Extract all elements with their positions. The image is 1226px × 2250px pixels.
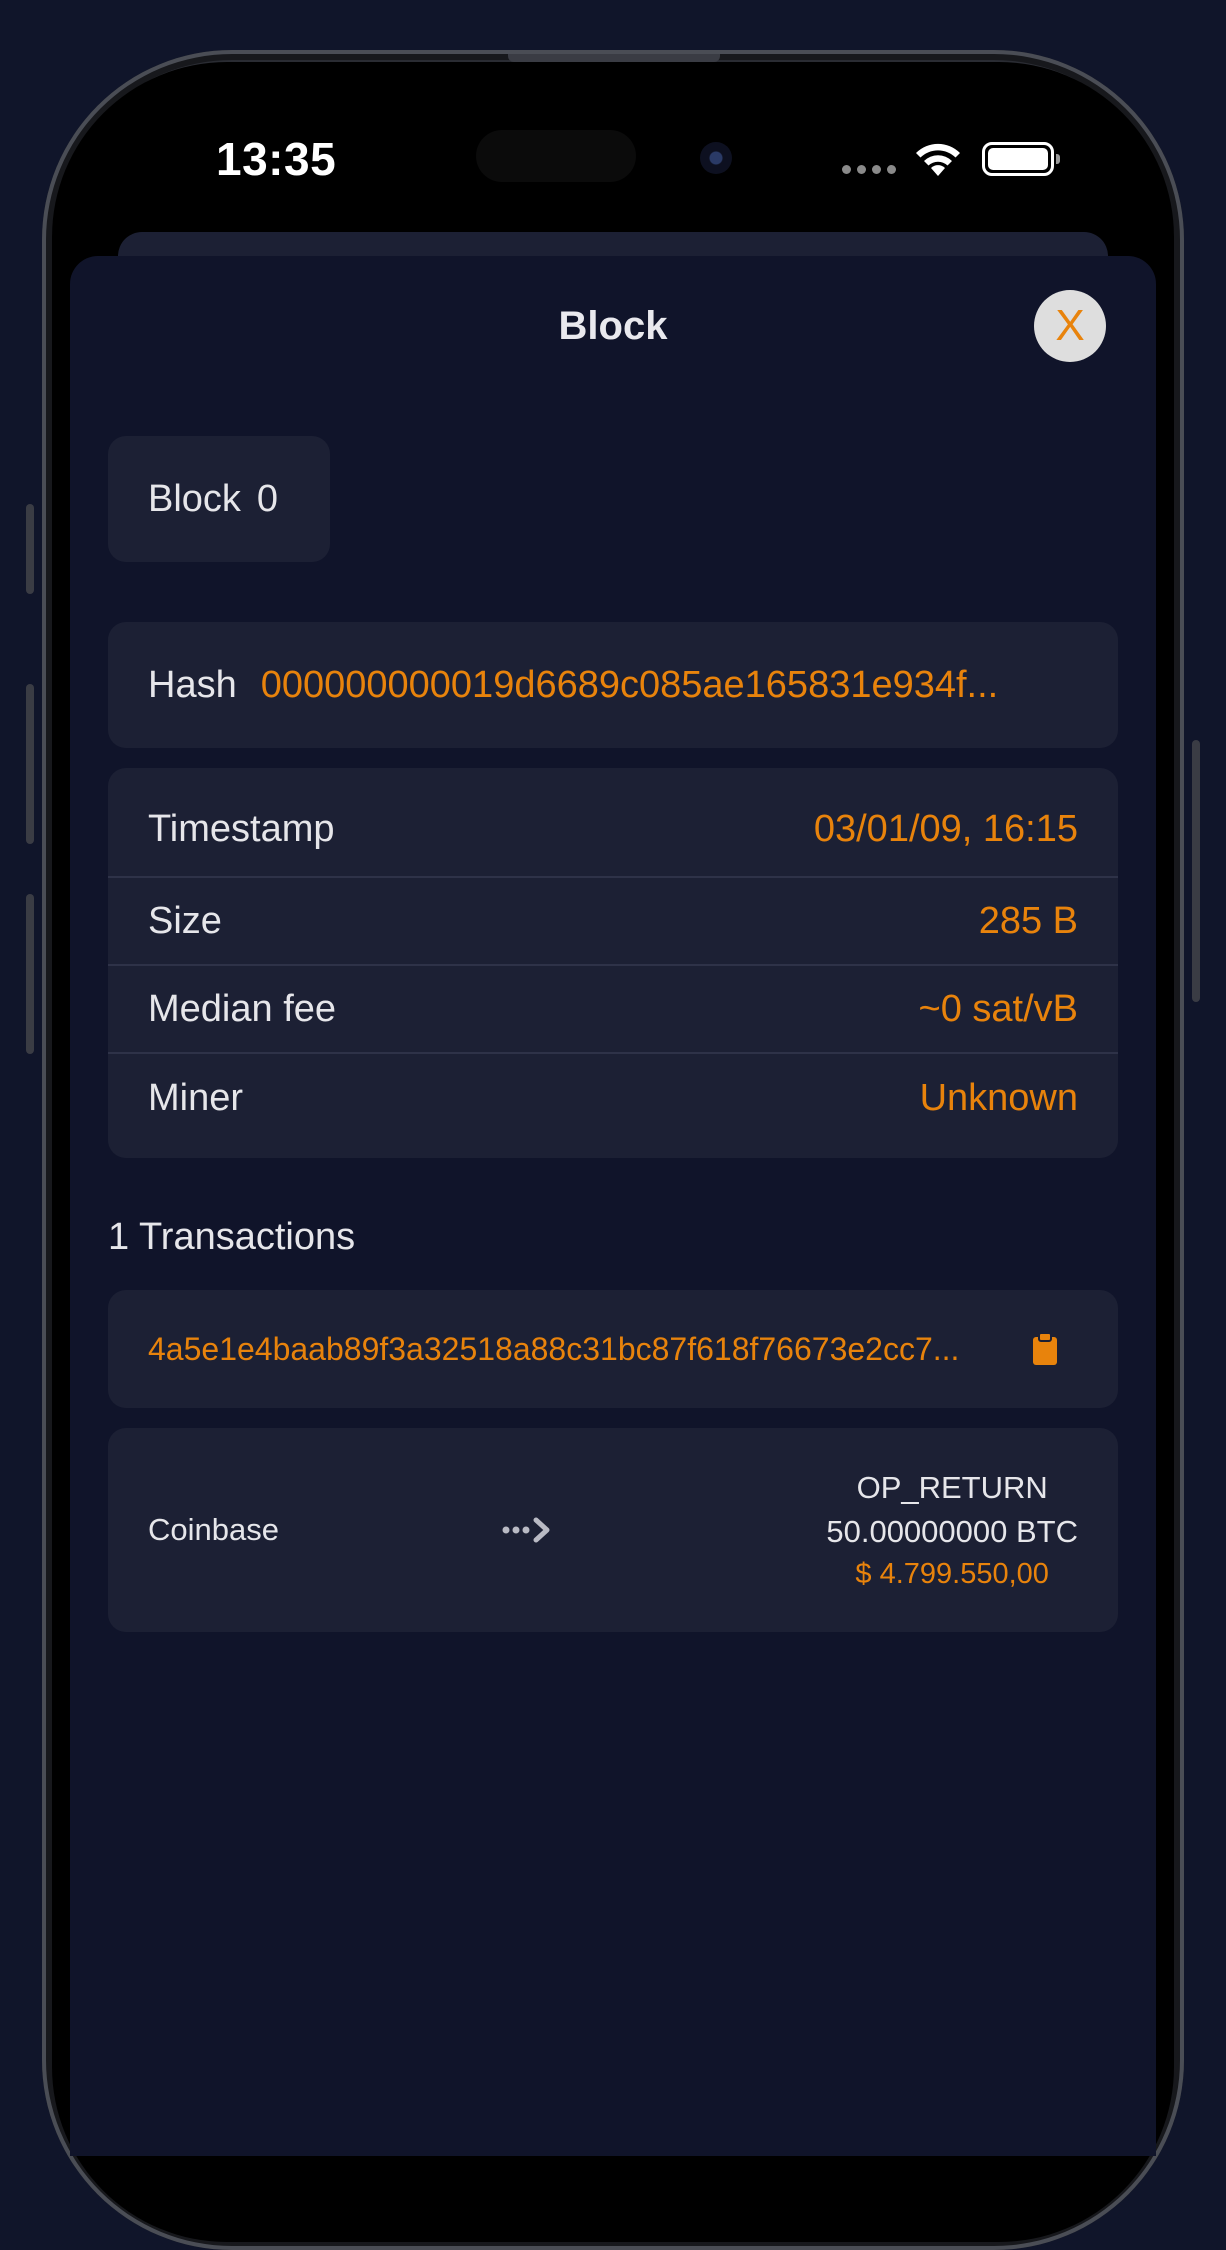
detail-row-miner: Miner Unknown: [108, 1054, 1118, 1156]
side-button-volume-down: [26, 894, 34, 1054]
battery-icon: [982, 142, 1060, 176]
hash-value[interactable]: 000000000019d6689c085ae165831e934f...: [261, 664, 1078, 707]
detail-row-size: Size 285 B: [108, 878, 1118, 966]
block-details-card: Timestamp 03/01/09, 16:15 Size 285 B Med…: [108, 768, 1118, 1158]
output-amount: 50.00000000 BTC: [826, 1514, 1078, 1549]
detail-row-timestamp: Timestamp 03/01/09, 16:15: [108, 768, 1118, 878]
wifi-icon: [916, 143, 960, 176]
side-button-volume-up: [26, 684, 34, 844]
detail-value: 03/01/09, 16:15: [813, 807, 1078, 850]
output-address: OP_RETURN: [856, 1470, 1048, 1505]
transaction-id[interactable]: 4a5e1e4baab89f3a32518a88c31bc87f618f7667…: [148, 1331, 1010, 1368]
close-icon: X: [1055, 301, 1085, 350]
detail-value: 285 B: [978, 899, 1078, 942]
block-height-card: Block 0: [108, 436, 330, 562]
block-hash-card[interactable]: Hash 000000000019d6689c085ae165831e934f.…: [108, 622, 1118, 748]
hash-label: Hash: [148, 663, 237, 706]
output-fiat-value: $ 4.799.550,00: [855, 1558, 1049, 1590]
detail-label: Miner: [148, 1076, 244, 1119]
block-sheet: Block X Block 0 Hash 000000000019d6689c0…: [70, 256, 1156, 2156]
side-button-silent: [26, 504, 34, 594]
block-label: Block: [148, 477, 241, 520]
camera-icon: [700, 142, 732, 174]
transaction-input: Coinbase: [148, 1512, 279, 1547]
side-button-power: [1192, 740, 1200, 1002]
transactions-heading: 1 Transactions: [108, 1216, 356, 1258]
signal-dots-icon: [842, 165, 896, 174]
transaction-id-card[interactable]: 4a5e1e4baab89f3a32518a88c31bc87f618f7667…: [108, 1290, 1118, 1408]
detail-label: Size: [148, 899, 222, 942]
detail-label: Timestamp: [148, 807, 335, 850]
dynamic-island: [476, 130, 636, 182]
clipboard-icon[interactable]: [1032, 1332, 1058, 1366]
transaction-io-card[interactable]: Coinbase OP_RETURN 50.00000000 BTC $ 4.7…: [108, 1428, 1118, 1632]
close-button[interactable]: X: [1034, 290, 1106, 362]
detail-row-median-fee: Median fee ~0 sat/vB: [108, 966, 1118, 1054]
status-time: 13:35: [216, 133, 337, 185]
detail-value: Unknown: [919, 1076, 1078, 1119]
dotted-arrow-right-icon: [502, 1517, 550, 1543]
detail-value: ~0 sat/vB: [918, 987, 1078, 1030]
sheet-title: Block: [558, 304, 668, 348]
transaction-output: OP_RETURN 50.00000000 BTC $ 4.799.550,00: [608, 1466, 1078, 1594]
detail-label: Median fee: [148, 987, 337, 1030]
device-top-edge: [508, 54, 720, 62]
block-height-value: 0: [256, 477, 279, 520]
flow-arrow: [448, 1516, 608, 1544]
